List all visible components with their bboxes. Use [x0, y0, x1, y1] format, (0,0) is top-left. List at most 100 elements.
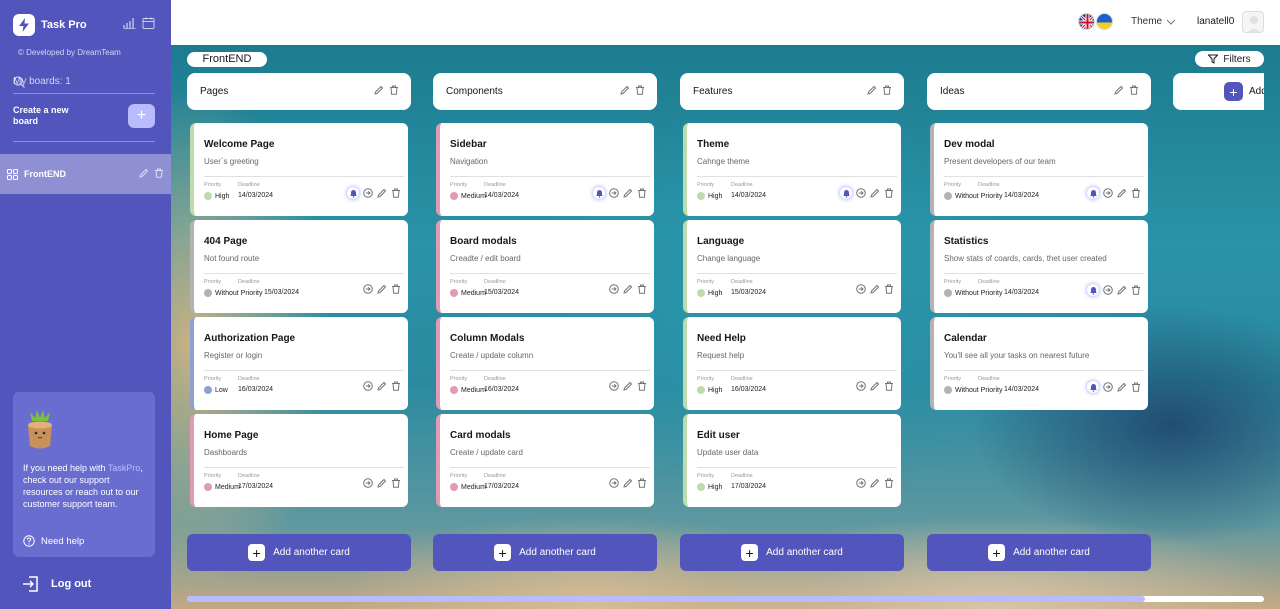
task-card[interactable]: Card modals Create / update card Priority D…: [436, 414, 654, 507]
move-arrow-icon[interactable]: [1103, 188, 1113, 198]
logout-button[interactable]: Log out: [21, 574, 91, 594]
bell-icon[interactable]: [593, 187, 605, 199]
trash-icon[interactable]: [1129, 85, 1139, 95]
task-card[interactable]: 404 Page Not found route Priority Deadline W…: [190, 220, 408, 313]
add-card-button[interactable]: + Add another card: [187, 534, 411, 571]
move-arrow-icon[interactable]: [609, 478, 619, 488]
trash-icon[interactable]: [637, 381, 647, 391]
task-card[interactable]: Dev modal Present developers of our team P…: [930, 123, 1148, 216]
bell-icon[interactable]: [1087, 284, 1099, 296]
stats-icon[interactable]: [123, 17, 136, 29]
pencil-icon[interactable]: [139, 168, 149, 178]
ukraine-flag-icon[interactable]: [1096, 13, 1113, 30]
pencil-icon[interactable]: [870, 284, 880, 294]
move-arrow-icon[interactable]: [363, 478, 373, 488]
trash-icon[interactable]: [637, 188, 647, 198]
bell-icon[interactable]: [1087, 381, 1099, 393]
move-arrow-icon[interactable]: [1103, 382, 1113, 392]
bell-icon[interactable]: [1087, 187, 1099, 199]
pencil-icon[interactable]: [623, 478, 633, 488]
card-actions: [840, 187, 894, 199]
bell-icon[interactable]: [347, 187, 359, 199]
task-card[interactable]: Home Page Dashboards Priority Deadline Mediu…: [190, 414, 408, 507]
logo[interactable]: Task Pro: [13, 14, 158, 38]
trash-icon[interactable]: [884, 284, 894, 294]
theme-dropdown[interactable]: Theme: [1131, 16, 1176, 27]
pencil-icon[interactable]: [377, 478, 387, 488]
task-card[interactable]: Theme Cahnge theme Priority Deadline High 14/…: [683, 123, 901, 216]
pencil-icon[interactable]: [623, 188, 633, 198]
my-boards-search[interactable]: My boards: 1: [13, 74, 155, 94]
task-card[interactable]: Sidebar Navigation Priority Deadline Medium 1…: [436, 123, 654, 216]
taskpro-link[interactable]: TaskPro: [108, 463, 141, 473]
move-arrow-icon[interactable]: [856, 284, 866, 294]
move-arrow-icon[interactable]: [609, 188, 619, 198]
add-column-button[interactable]: + Add another column: [1173, 73, 1264, 110]
pencil-icon[interactable]: [623, 381, 633, 391]
scrollbar-thumb[interactable]: [187, 596, 1145, 602]
pencil-icon[interactable]: [374, 85, 384, 95]
move-arrow-icon[interactable]: [856, 188, 866, 198]
task-card[interactable]: Column Modals Create / update column Prior…: [436, 317, 654, 410]
pencil-icon[interactable]: [377, 188, 387, 198]
move-arrow-icon[interactable]: [856, 381, 866, 391]
horizontal-scrollbar[interactable]: [187, 596, 1264, 602]
task-card[interactable]: Language Change language Priority Deadline H…: [683, 220, 901, 313]
move-arrow-icon[interactable]: [856, 478, 866, 488]
pencil-icon[interactable]: [870, 381, 880, 391]
task-card[interactable]: Board modals Creadte / edit board Priority…: [436, 220, 654, 313]
trash-icon[interactable]: [1131, 382, 1141, 392]
pencil-icon[interactable]: [1117, 285, 1127, 295]
calendar-icon[interactable]: [142, 17, 155, 29]
trash-icon[interactable]: [391, 478, 401, 488]
trash-icon[interactable]: [884, 478, 894, 488]
trash-icon[interactable]: [635, 85, 645, 95]
trash-icon[interactable]: [154, 168, 164, 178]
trash-icon[interactable]: [884, 188, 894, 198]
language-switcher[interactable]: [1078, 13, 1113, 31]
pencil-icon[interactable]: [870, 188, 880, 198]
move-arrow-icon[interactable]: [609, 284, 619, 294]
task-card[interactable]: Calendar You'll see all your tasks on nea…: [930, 317, 1148, 410]
avatar[interactable]: [1242, 11, 1264, 33]
task-card[interactable]: Welcome Page User`s greeting Priority Deadl…: [190, 123, 408, 216]
pencil-icon[interactable]: [1117, 188, 1127, 198]
search-icon[interactable]: [13, 76, 153, 88]
task-card[interactable]: Need Help Request help Priority Deadline Hig…: [683, 317, 901, 410]
task-card[interactable]: Edit user Update user data Priority Deadlin…: [683, 414, 901, 507]
trash-icon[interactable]: [637, 284, 647, 294]
move-arrow-icon[interactable]: [363, 284, 373, 294]
create-board-button[interactable]: +: [128, 104, 155, 128]
trash-icon[interactable]: [389, 85, 399, 95]
pencil-icon[interactable]: [377, 284, 387, 294]
trash-icon[interactable]: [1131, 188, 1141, 198]
pencil-icon[interactable]: [620, 85, 630, 95]
task-card[interactable]: Statistics Show stats of coards, cards, t…: [930, 220, 1148, 313]
trash-icon[interactable]: [391, 381, 401, 391]
bell-icon[interactable]: [840, 187, 852, 199]
uk-flag-icon[interactable]: [1078, 13, 1095, 30]
move-arrow-icon[interactable]: [1103, 285, 1113, 295]
pencil-icon[interactable]: [1114, 85, 1124, 95]
move-arrow-icon[interactable]: [363, 381, 373, 391]
filters-button[interactable]: Filters: [1195, 51, 1264, 67]
pencil-icon[interactable]: [623, 284, 633, 294]
move-arrow-icon[interactable]: [363, 188, 373, 198]
trash-icon[interactable]: [637, 478, 647, 488]
move-arrow-icon[interactable]: [609, 381, 619, 391]
pencil-icon[interactable]: [377, 381, 387, 391]
pencil-icon[interactable]: [870, 478, 880, 488]
add-card-button[interactable]: + Add another card: [680, 534, 904, 571]
need-help-button[interactable]: Need help: [23, 535, 84, 547]
trash-icon[interactable]: [882, 85, 892, 95]
trash-icon[interactable]: [884, 381, 894, 391]
pencil-icon[interactable]: [1117, 382, 1127, 392]
add-card-button[interactable]: + Add another card: [927, 534, 1151, 571]
trash-icon[interactable]: [391, 284, 401, 294]
sidebar-item-frontend[interactable]: FrontEND: [0, 154, 171, 194]
trash-icon[interactable]: [391, 188, 401, 198]
trash-icon[interactable]: [1131, 285, 1141, 295]
task-card[interactable]: Authorization Page Register or login Prior…: [190, 317, 408, 410]
pencil-icon[interactable]: [867, 85, 877, 95]
add-card-button[interactable]: + Add another card: [433, 534, 657, 571]
